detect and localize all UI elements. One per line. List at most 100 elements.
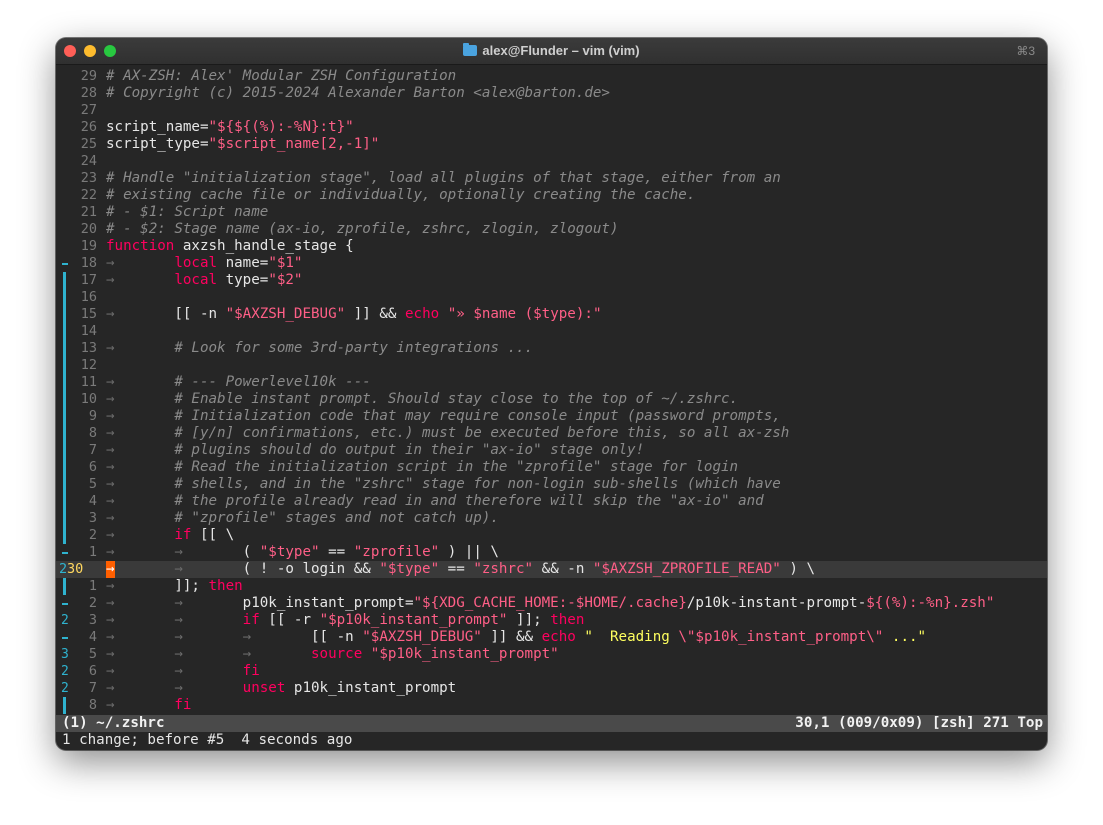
line-code: → → → [[ -n "$AXZSH_DEBUG" ]] && echo " … — [106, 629, 926, 646]
line-code: → → unset p10k_instant_prompt — [106, 680, 456, 697]
code-line[interactable]: 21 # - $1: Script name — [56, 204, 1047, 221]
code-line[interactable]: 28 # Copyright (c) 2015-2024 Alexander Ba… — [56, 85, 1047, 102]
code-line[interactable]: 1 → → ( "$type" == "zprofile" ) || \ — [56, 544, 1047, 561]
code-line[interactable]: 4 → # the profile already read in and the… — [56, 493, 1047, 510]
code-token: [[ -n — [174, 306, 226, 322]
code-line[interactable]: 2 7 → → unset p10k_instant_prompt — [56, 680, 1047, 697]
sign-column — [61, 68, 70, 85]
code-token: ]]; — [507, 612, 551, 628]
code-line[interactable]: 6 → # Read the initialization script in t… — [56, 459, 1047, 476]
code-line[interactable]: 1 → ]]; then — [56, 578, 1047, 595]
line-code: → # Enable instant prompt. Should stay c… — [106, 391, 738, 408]
code-line[interactable]: 17 → local type="$2" — [56, 272, 1047, 289]
sign-column — [61, 119, 70, 136]
code-line[interactable]: 12 — [56, 357, 1047, 374]
vim-editor-buffer[interactable]: 29 # AX-ZSH: Alex' Modular ZSH Configurat… — [56, 68, 1047, 714]
code-line[interactable]: 2 → if [[ \ — [56, 527, 1047, 544]
line-number: 2 — [88, 595, 97, 611]
code-line[interactable]: 26 script_name="${${(%):-%N}:t}" — [56, 119, 1047, 136]
folder-icon — [463, 43, 478, 56]
code-line[interactable]: 24 — [56, 153, 1047, 170]
code-token: → — [106, 391, 175, 407]
code-line[interactable]: 19 function axzsh_handle_stage { — [56, 238, 1047, 255]
git-change-count: 2 — [61, 613, 69, 628]
code-token: "zprofile" — [353, 544, 440, 560]
code-token: ( ! -o login && — [242, 561, 380, 577]
code-token: → — [106, 374, 175, 390]
code-token: .zsh" — [951, 595, 995, 611]
code-token: ${(%):-%n} — [866, 595, 952, 611]
code-token: axzsh_handle_stage { — [174, 238, 354, 254]
code-token: → — [106, 408, 175, 424]
code-line[interactable]: 15 → [[ -n "$AXZSH_DEBUG" ]] && echo "» $… — [56, 306, 1047, 323]
code-token: → → — [106, 595, 243, 611]
code-line[interactable]: 9 → # Initialization code that may requir… — [56, 408, 1047, 425]
sign-column — [61, 153, 70, 170]
code-line[interactable]: 5 → # shells, and in the "zshrc" stage fo… — [56, 476, 1047, 493]
code-line[interactable]: 18 → local name="$1" — [56, 255, 1047, 272]
code-token: → — [106, 340, 175, 356]
code-line[interactable]: 20 # - $2: Stage name (ax-io, zprofile, z… — [56, 221, 1047, 238]
code-line[interactable]: 2 → → p10k_instant_prompt="${XDG_CACHE_HO… — [56, 595, 1047, 612]
git-modified-marker — [61, 527, 70, 544]
code-token: # Enable instant prompt. Should stay clo… — [174, 391, 739, 407]
line-code: script_type="$script_name[2,-1]" — [106, 136, 379, 153]
git-removed-marker — [61, 544, 70, 561]
code-line[interactable]: 23 # Handle "initialization stage", load … — [56, 170, 1047, 187]
vim-message-line[interactable]: 1 change; before #5 4 seconds ago — [56, 732, 1047, 749]
line-number: 1 — [88, 578, 97, 594]
code-token: p10k_instant_prompt — [285, 680, 457, 696]
line-number: 6 — [88, 663, 97, 679]
git-modified-marker — [61, 374, 70, 391]
code-token: "${XDG_CACHE_HOME:-$HOME/.cache} — [413, 595, 687, 611]
line-number: 16 — [80, 289, 97, 305]
code-line[interactable]: 11 → # --- Powerlevel10k --- — [56, 374, 1047, 391]
line-number: 24 — [80, 153, 97, 169]
git-modified-marker — [61, 289, 70, 306]
line-number: 25 — [80, 136, 97, 152]
git-change-count: 3 — [61, 647, 69, 662]
code-line[interactable]: 22 # existing cache file or individually,… — [56, 187, 1047, 204]
code-token: "$script_name[2,-1]" — [208, 136, 380, 152]
code-token: == — [319, 544, 354, 560]
line-number: 8 — [88, 425, 97, 441]
code-line[interactable]: 27 — [56, 102, 1047, 119]
title-bar[interactable]: alex@Flunder – vim (vim) ⌘3 — [56, 38, 1047, 65]
code-line[interactable]: 7 → # plugins should do output in their "… — [56, 442, 1047, 459]
line-code: → → p10k_instant_prompt="${XDG_CACHE_HOM… — [106, 595, 994, 612]
git-modified-marker — [61, 510, 70, 527]
code-line[interactable]: 29 # AX-ZSH: Alex' Modular ZSH Configurat… — [56, 68, 1047, 85]
code-line[interactable]: 13 → # Look for some 3rd-party integratio… — [56, 340, 1047, 357]
git-modified-marker — [61, 459, 70, 476]
code-line[interactable]: 14 — [56, 323, 1047, 340]
code-line[interactable]: 16 — [56, 289, 1047, 306]
code-line[interactable]: 2 3 → → if [[ -r "$p10k_instant_prompt" ]]… — [56, 612, 1047, 629]
code-token: "$AXZSH_ZPROFILE_READ" — [592, 561, 781, 577]
code-line[interactable]: 2 6 → → fi — [56, 663, 1047, 680]
line-code: # - $2: Stage name (ax-io, zprofile, zsh… — [106, 221, 619, 238]
code-token: → — [106, 255, 175, 271]
git-change-count: 2 — [61, 664, 69, 679]
line-code: # Copyright (c) 2015-2024 Alexander Bart… — [106, 85, 610, 102]
code-token: ]] && — [345, 306, 405, 322]
code-line[interactable]: 10 → # Enable instant prompt. Should stay… — [56, 391, 1047, 408]
line-number: 19 — [80, 238, 97, 254]
code-token: script_name= — [106, 119, 209, 135]
code-line[interactable]: 4 → → → [[ -n "$AXZSH_DEBUG" ]] && echo "… — [56, 629, 1047, 646]
line-code: → → fi — [106, 663, 260, 680]
code-token: ]] && — [481, 629, 542, 645]
code-line[interactable]: 25 script_type="$script_name[2,-1]" — [56, 136, 1047, 153]
code-line[interactable]: 3 5 → → → source "$p10k_instant_prompt" — [56, 646, 1047, 663]
code-token: "$type" — [259, 544, 320, 560]
code-line[interactable]: 3 → # "zprofile" stages and not catch up)… — [56, 510, 1047, 527]
code-line[interactable]: 8 → # [y/n] confirmations, etc.) must be … — [56, 425, 1047, 442]
sign-column — [61, 85, 70, 102]
code-token: → → → — [106, 629, 311, 645]
line-number: 6 — [88, 459, 97, 475]
code-token: "» — [447, 306, 474, 322]
current-line[interactable]: 2 30 → → ( ! -o login && "$type" == "zshrc… — [56, 561, 1047, 578]
code-line[interactable]: 8 → fi — [56, 697, 1047, 714]
line-code: → # --- Powerlevel10k --- — [106, 374, 371, 391]
line-code: # existing cache file or individually, o… — [106, 187, 695, 204]
